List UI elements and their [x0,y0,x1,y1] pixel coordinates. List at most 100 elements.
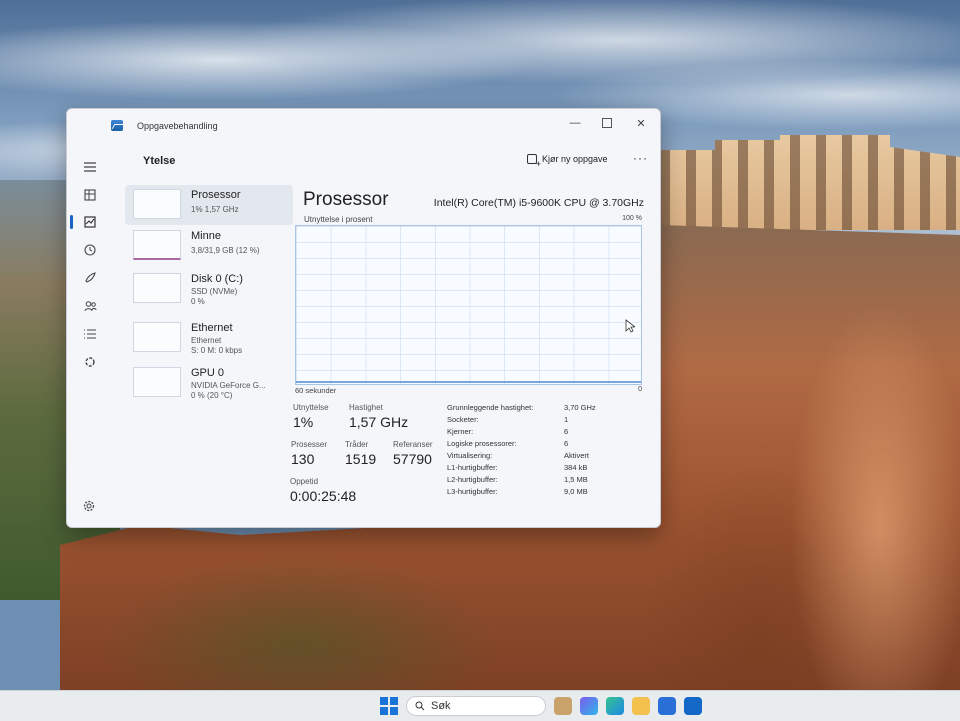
task-manager-window[interactable]: Oppgavebehandling — ✕ Ytelse + Kjør ny o… [66,108,661,528]
spec-value: 6 [564,439,569,448]
users-icon[interactable] [81,297,99,315]
cpu-model: Intel(R) Core(TM) i5-9600K CPU @ 3.70GHz [433,197,644,209]
stat-label: Tråder [345,440,369,449]
task-manager-app-icon [111,120,123,131]
spec-row: Kjerner: 6 [447,427,647,439]
spec-value: 1,5 MB [564,475,588,484]
stat-value: 1% [293,414,314,430]
history-icon[interactable] [81,241,99,259]
search-icon [415,701,425,711]
graph-label-max: 100 % [622,215,642,222]
spec-key: L3-hurtigbuffer: [447,487,498,496]
stat-value: 1,57 GHz [349,414,409,430]
cpu-usage-graph [295,225,642,385]
spec-key: Virtualisering: [447,451,493,460]
maximize-button[interactable] [591,112,623,134]
spec-row: Socketer: 1 [447,415,647,427]
nav-active-indicator [70,215,73,229]
stat-value: 130 [291,451,315,467]
graph-label-utilization: Utnyttelse i prosent [304,215,373,224]
cpu-thumbnail-graph [133,189,181,219]
stat-value: 0:00:25:48 [290,488,357,504]
stat-handles: Referanser 57790 [393,440,433,467]
hamburger-icon[interactable] [81,158,99,176]
resource-detail: 3,8/31,9 GB (12 %) [191,246,260,255]
resource-detail: NVIDIA GeForce G... [191,381,266,390]
taskbar-icons: Søk [380,695,702,717]
spec-key: L1-hurtigbuffer: [447,463,498,472]
copilot-icon[interactable] [580,697,598,715]
resource-detail: SSD (NVMe) [191,287,238,296]
title-bar[interactable]: Oppgavebehandling — ✕ [67,109,660,141]
stat-label: Oppetid [290,477,319,486]
taskbar: Søk [0,690,960,721]
store-icon[interactable] [658,697,676,715]
resource-name: Ethernet [191,322,233,334]
outlook-icon[interactable] [684,697,702,715]
resource-name: GPU 0 [191,367,225,379]
spec-key: Socketer: [447,415,479,424]
spec-row: Virtualisering: Aktivert [447,451,647,463]
resource-name: Disk 0 (C:) [191,273,243,285]
windows-start-icon[interactable] [380,697,398,715]
resource-item-memory[interactable]: Minne 3,8/31,9 GB (12 %) [125,226,293,266]
file-explorer-icon[interactable] [554,697,572,715]
startup-icon[interactable] [81,269,99,287]
stat-threads: Tråder 1519 [345,440,376,467]
search-placeholder: Søk [431,700,451,712]
resource-list: Prosessor 1% 1,57 GHz Minne 3,8/31,9 GB … [125,181,295,411]
taskbar-search[interactable]: Søk [406,696,546,716]
stat-label: Utnyttelse [293,403,329,412]
performance-icon[interactable] [81,213,99,231]
run-task-icon [527,154,541,169]
stat-utilization: Utnyttelse 1% [293,403,329,430]
run-new-task-button[interactable]: Kjør ny oppgave [527,154,608,169]
stat-speed: Hastighet 1,57 GHz [349,403,408,430]
cpu-usage-line [296,381,641,383]
more-options-button[interactable]: ··· [633,151,648,165]
memory-thumbnail-graph [133,230,181,260]
details-icon[interactable] [81,325,99,343]
close-button[interactable]: ✕ [625,112,657,134]
spec-key: Logiske prosessorer: [447,439,517,448]
spec-key: L2-hurtigbuffer: [447,475,498,484]
spec-value: 384 kB [564,463,588,472]
graph-label-timespan: 60 sekunder [295,386,337,395]
mouse-cursor-icon [625,319,637,338]
disk-thumbnail-graph [133,273,181,303]
stat-value: 1519 [345,451,377,467]
maximize-icon [602,118,612,128]
stat-processes: Prosesser 130 [291,440,327,467]
resource-detail: 0 % (20 °C) [191,391,233,400]
resource-item-cpu[interactable]: Prosessor 1% 1,57 GHz [125,185,293,225]
ethernet-thumbnail-graph [133,322,181,352]
settings-icon[interactable] [80,497,98,515]
page-title: Ytelse [143,155,176,167]
spec-value: 6 [564,427,569,436]
spec-value: 3,70 GHz [564,403,596,412]
stat-uptime: Oppetid 0:00:25:48 [290,477,356,504]
processes-icon[interactable] [81,186,99,204]
resource-item-gpu[interactable]: GPU 0 NVIDIA GeForce G... 0 % (20 °C) [125,363,293,403]
spec-value: 9,0 MB [564,487,588,496]
resource-detail: 0 % [191,297,205,306]
stat-label: Referanser [393,440,433,449]
services-icon[interactable] [81,353,99,371]
folder-icon[interactable] [632,697,650,715]
stat-label: Prosesser [291,440,328,449]
navigation-rail [67,141,113,527]
spec-row: L2-hurtigbuffer: 1,5 MB [447,475,647,487]
resource-item-ethernet[interactable]: Ethernet Ethernet S: 0 M: 0 kbps [125,318,293,358]
run-new-task-label: Kjør ny oppgave [542,154,608,164]
minimize-button[interactable]: — [559,112,591,134]
spec-row: Grunnleggende hastighet: 3,70 GHz [447,403,647,415]
edge-icon[interactable] [606,697,624,715]
detail-title: Prosessor [303,189,389,210]
spec-row: L1-hurtigbuffer: 384 kB [447,463,647,475]
resource-detail: S: 0 M: 0 kbps [191,346,243,355]
spec-row: Logiske prosessorer: 6 [447,439,647,451]
spec-value: 1 [564,415,569,424]
resource-detail: 1% 1,57 GHz [191,205,239,214]
stat-label: Hastighet [349,403,383,412]
resource-item-disk[interactable]: Disk 0 (C:) SSD (NVMe) 0 % [125,269,293,309]
